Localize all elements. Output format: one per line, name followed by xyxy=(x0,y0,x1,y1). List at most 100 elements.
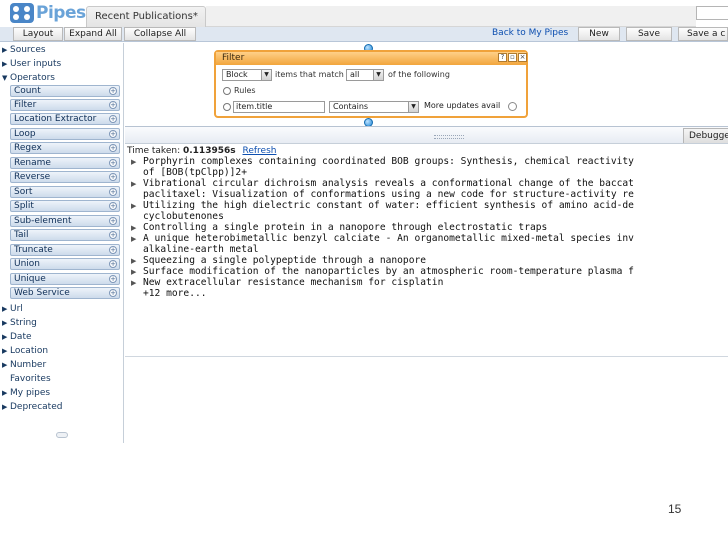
logo-text: Pipes xyxy=(36,3,86,23)
operator-regex[interactable]: Regex + xyxy=(10,142,120,154)
pipes-logo: Pipes xyxy=(10,3,86,23)
operator-unique[interactable]: Unique + xyxy=(10,273,120,285)
expand-arrow-icon: ▶ xyxy=(2,333,8,341)
add-rule-icon[interactable] xyxy=(508,102,517,111)
category-location[interactable]: ▶ Location xyxy=(2,346,48,358)
operator-count[interactable]: Count + xyxy=(10,85,120,97)
expand-arrow-icon: ▶ xyxy=(2,347,8,355)
more-results[interactable]: +12 more... xyxy=(143,288,207,299)
add-icon[interactable]: + xyxy=(109,144,117,152)
add-icon[interactable]: + xyxy=(109,173,117,181)
add-icon[interactable]: + xyxy=(109,231,117,239)
items-that-match-label: items that match xyxy=(275,70,344,79)
operator-sub-element[interactable]: Sub-element + xyxy=(10,215,120,227)
category-favorites[interactable]: Favorites xyxy=(2,374,51,386)
collapse-arrow-icon: ▼ xyxy=(2,74,8,82)
refresh-link[interactable]: Refresh xyxy=(242,146,276,156)
operator-location-extractor[interactable]: Location Extractor + xyxy=(10,113,120,125)
operator-filter[interactable]: Filter + xyxy=(10,99,120,111)
add-icon[interactable]: + xyxy=(109,217,117,225)
minimize-icon[interactable]: ▫ xyxy=(508,53,517,62)
remove-rule-icon[interactable] xyxy=(223,103,231,111)
help-icon[interactable]: ? xyxy=(498,53,507,62)
category-sources[interactable]: ▶ Sources xyxy=(2,45,46,57)
expand-all-button[interactable]: Expand All xyxy=(64,27,122,41)
operator-sort[interactable]: Sort + xyxy=(10,186,120,198)
category-user-inputs[interactable]: ▶ User inputs xyxy=(2,59,61,71)
value-input[interactable]: More updates avail xyxy=(422,101,506,113)
rules-label: Rules xyxy=(234,86,256,95)
close-icon[interactable]: × xyxy=(518,53,527,62)
add-icon[interactable]: + xyxy=(109,275,117,283)
add-icon[interactable]: + xyxy=(109,202,117,210)
slide-page-number: 15 xyxy=(668,502,682,516)
operator-select[interactable]: Contains ▼ xyxy=(329,101,419,113)
category-operators[interactable]: ▼ Operators xyxy=(2,73,55,85)
debugger-tab[interactable]: Debugger xyxy=(683,128,728,143)
category-deprecated[interactable]: ▶ Deprecated xyxy=(2,402,62,414)
category-string[interactable]: ▶ String xyxy=(2,318,37,330)
chevron-down-icon: ▼ xyxy=(373,70,383,80)
rules-toggle-icon[interactable] xyxy=(223,87,231,95)
add-icon[interactable]: + xyxy=(109,87,117,95)
field-input[interactable]: item.title xyxy=(233,101,325,113)
add-icon[interactable]: + xyxy=(109,130,117,138)
category-number[interactable]: ▶ Number xyxy=(2,360,46,372)
module-library: ▶ Sources ▶ User inputs ▼ Operators Count + … xyxy=(0,43,124,443)
expand-arrow-icon: ▶ xyxy=(2,403,8,411)
sidebar-resize-handle[interactable] xyxy=(56,432,68,438)
debugger-panel: Time taken: 0.113956s Refresh ▶ Porphyrin… xyxy=(125,144,728,357)
expand-arrow-icon: ▶ xyxy=(2,46,8,54)
add-icon[interactable]: + xyxy=(109,246,117,254)
pipe-tab[interactable]: Recent Publications* xyxy=(86,6,206,27)
layout-button[interactable]: Layout xyxy=(13,27,63,41)
result-item-continued: cyclobutenones xyxy=(143,211,224,222)
result-item-continued: alkaline-earth metal xyxy=(143,244,259,255)
expand-arrow-icon[interactable]: ▶ xyxy=(131,157,143,168)
time-value: 0.113956s xyxy=(182,146,236,156)
expand-arrow-icon[interactable]: ▶ xyxy=(131,278,143,289)
operator-rename[interactable]: Rename + xyxy=(10,157,120,169)
expand-arrow-icon: ▶ xyxy=(2,60,8,68)
time-taken: Time taken: 0.113956s Refresh xyxy=(127,146,277,156)
add-icon[interactable]: + xyxy=(109,260,117,268)
expand-arrow-icon: ▶ xyxy=(2,319,8,327)
chevron-down-icon: ▼ xyxy=(261,70,271,80)
expand-arrow-icon[interactable]: ▶ xyxy=(131,201,143,212)
operator-reverse[interactable]: Reverse + xyxy=(10,171,120,183)
category-date[interactable]: ▶ Date xyxy=(2,332,32,344)
expand-arrow-icon: ▶ xyxy=(2,305,8,313)
save-as-button[interactable]: Save a c xyxy=(678,27,728,41)
collapse-all-button[interactable]: Collapse All xyxy=(124,27,196,41)
tab-strip xyxy=(206,6,696,27)
filter-module[interactable]: Filter ? ▫ × Block ▼ items that match all… xyxy=(214,50,528,118)
category-url[interactable]: ▶ Url xyxy=(2,304,23,316)
operator-union[interactable]: Union + xyxy=(10,258,120,270)
add-icon[interactable]: + xyxy=(109,159,117,167)
operator-web-service[interactable]: Web Service + xyxy=(10,287,120,299)
result-item-continued: paclitaxel: Visualization of conformatio… xyxy=(143,189,634,200)
add-icon[interactable]: + xyxy=(109,101,117,109)
toolbar: Layout Expand All Collapse All Back to M… xyxy=(0,27,728,42)
add-icon[interactable]: + xyxy=(109,289,117,297)
operator-split[interactable]: Split + xyxy=(10,200,120,212)
pipes-logo-icon xyxy=(10,3,34,23)
debugger-bar: Debugger xyxy=(125,126,728,144)
operator-loop[interactable]: Loop + xyxy=(10,128,120,140)
back-to-my-pipes-link[interactable]: Back to My Pipes xyxy=(492,28,568,38)
save-button[interactable]: Save xyxy=(626,27,672,41)
operator-truncate[interactable]: Truncate + xyxy=(10,244,120,256)
expand-arrow-icon[interactable]: ▶ xyxy=(131,179,143,190)
resize-grip[interactable] xyxy=(434,135,464,139)
category-my-pipes[interactable]: ▶ My pipes xyxy=(2,388,50,400)
mode-select[interactable]: Block ▼ xyxy=(222,69,272,81)
expand-arrow-icon[interactable]: ▶ xyxy=(131,234,143,245)
filter-title[interactable]: Filter xyxy=(216,52,526,65)
add-icon[interactable]: + xyxy=(109,188,117,196)
match-select[interactable]: all ▼ xyxy=(346,69,384,81)
operator-tail[interactable]: Tail + xyxy=(10,229,120,241)
new-button[interactable]: New xyxy=(578,27,620,41)
top-input[interactable] xyxy=(696,6,728,20)
add-icon[interactable]: + xyxy=(109,115,117,123)
top-bar: Pipes Recent Publications* xyxy=(0,0,728,27)
